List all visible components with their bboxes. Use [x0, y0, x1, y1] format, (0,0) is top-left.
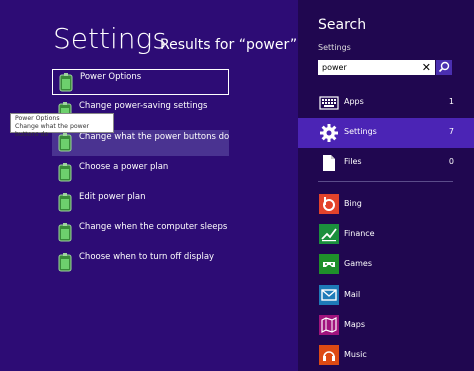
battery-icon	[58, 223, 72, 242]
result-edit-power-plan[interactable]: Edit power plan	[52, 190, 229, 216]
app-mail[interactable]: Mail	[298, 281, 474, 309]
scope-settings[interactable]: Settings 7	[298, 118, 474, 148]
games-icon	[319, 254, 339, 274]
app-finance[interactable]: Finance	[298, 220, 474, 248]
divider	[318, 181, 453, 182]
maps-icon	[319, 315, 339, 335]
result-label: Choose a power plan	[79, 162, 169, 172]
search-icon	[438, 61, 450, 73]
music-icon	[319, 345, 339, 365]
scope-apps[interactable]: Apps 1	[298, 88, 474, 118]
search-input[interactable]	[322, 61, 412, 73]
app-games[interactable]: Games	[298, 250, 474, 278]
bing-icon	[319, 194, 339, 214]
search-title: Search	[318, 17, 367, 33]
app-label: Mail	[344, 290, 361, 299]
result-choose-power-plan[interactable]: Choose a power plan	[52, 160, 229, 186]
result-label: Edit power plan	[79, 192, 146, 202]
app-label: Games	[344, 259, 372, 268]
finance-icon	[319, 224, 339, 244]
app-maps[interactable]: Maps	[298, 311, 474, 339]
result-label: Power Options	[80, 72, 142, 82]
mail-icon	[319, 285, 339, 305]
file-icon	[323, 155, 335, 171]
tooltip-description: Change what the power buttons do	[15, 123, 90, 138]
scope-count: 1	[448, 97, 454, 106]
result-label: Change when the computer sleeps	[79, 222, 228, 232]
scope-count: 7	[448, 127, 454, 136]
tooltip-title: Power Options	[15, 115, 60, 122]
results-pane: Settings Results for “power” Power Optio…	[0, 0, 298, 371]
result-computer-sleeps[interactable]: Change when the computer sleeps	[52, 220, 229, 246]
scope-files[interactable]: Files 0	[298, 148, 474, 178]
search-scope-label: Settings	[318, 43, 351, 52]
app-label: Music	[344, 350, 367, 359]
scope-label: Files	[344, 157, 362, 166]
gear-icon	[320, 124, 338, 142]
app-music[interactable]: Music	[298, 341, 474, 369]
keyboard-icon	[319, 96, 339, 110]
result-turn-off-display[interactable]: Choose when to turn off display	[52, 250, 229, 276]
battery-icon	[58, 253, 72, 272]
battery-icon	[58, 163, 72, 182]
page-title: Settings	[53, 22, 167, 55]
app-bing[interactable]: Bing	[298, 190, 474, 218]
scope-count: 0	[448, 157, 454, 166]
app-label: Finance	[344, 229, 375, 238]
scope-label: Apps	[344, 97, 364, 106]
tooltip: Power Options Change what the power butt…	[10, 113, 114, 138]
result-label: Choose when to turn off display	[79, 252, 215, 262]
result-power-options[interactable]: Power Options	[52, 69, 229, 95]
search-box[interactable]: ✕	[318, 60, 435, 75]
results-for-label: Results for “power”	[160, 37, 298, 53]
clear-icon[interactable]: ✕	[422, 60, 431, 75]
search-pane: Search Settings ✕ Apps 1	[298, 0, 474, 371]
app-label: Bing	[344, 199, 362, 208]
scope-label: Settings	[344, 127, 377, 136]
app-label: Maps	[344, 320, 366, 329]
battery-icon	[59, 73, 73, 92]
battery-icon	[58, 193, 72, 212]
search-button[interactable]	[436, 60, 452, 75]
